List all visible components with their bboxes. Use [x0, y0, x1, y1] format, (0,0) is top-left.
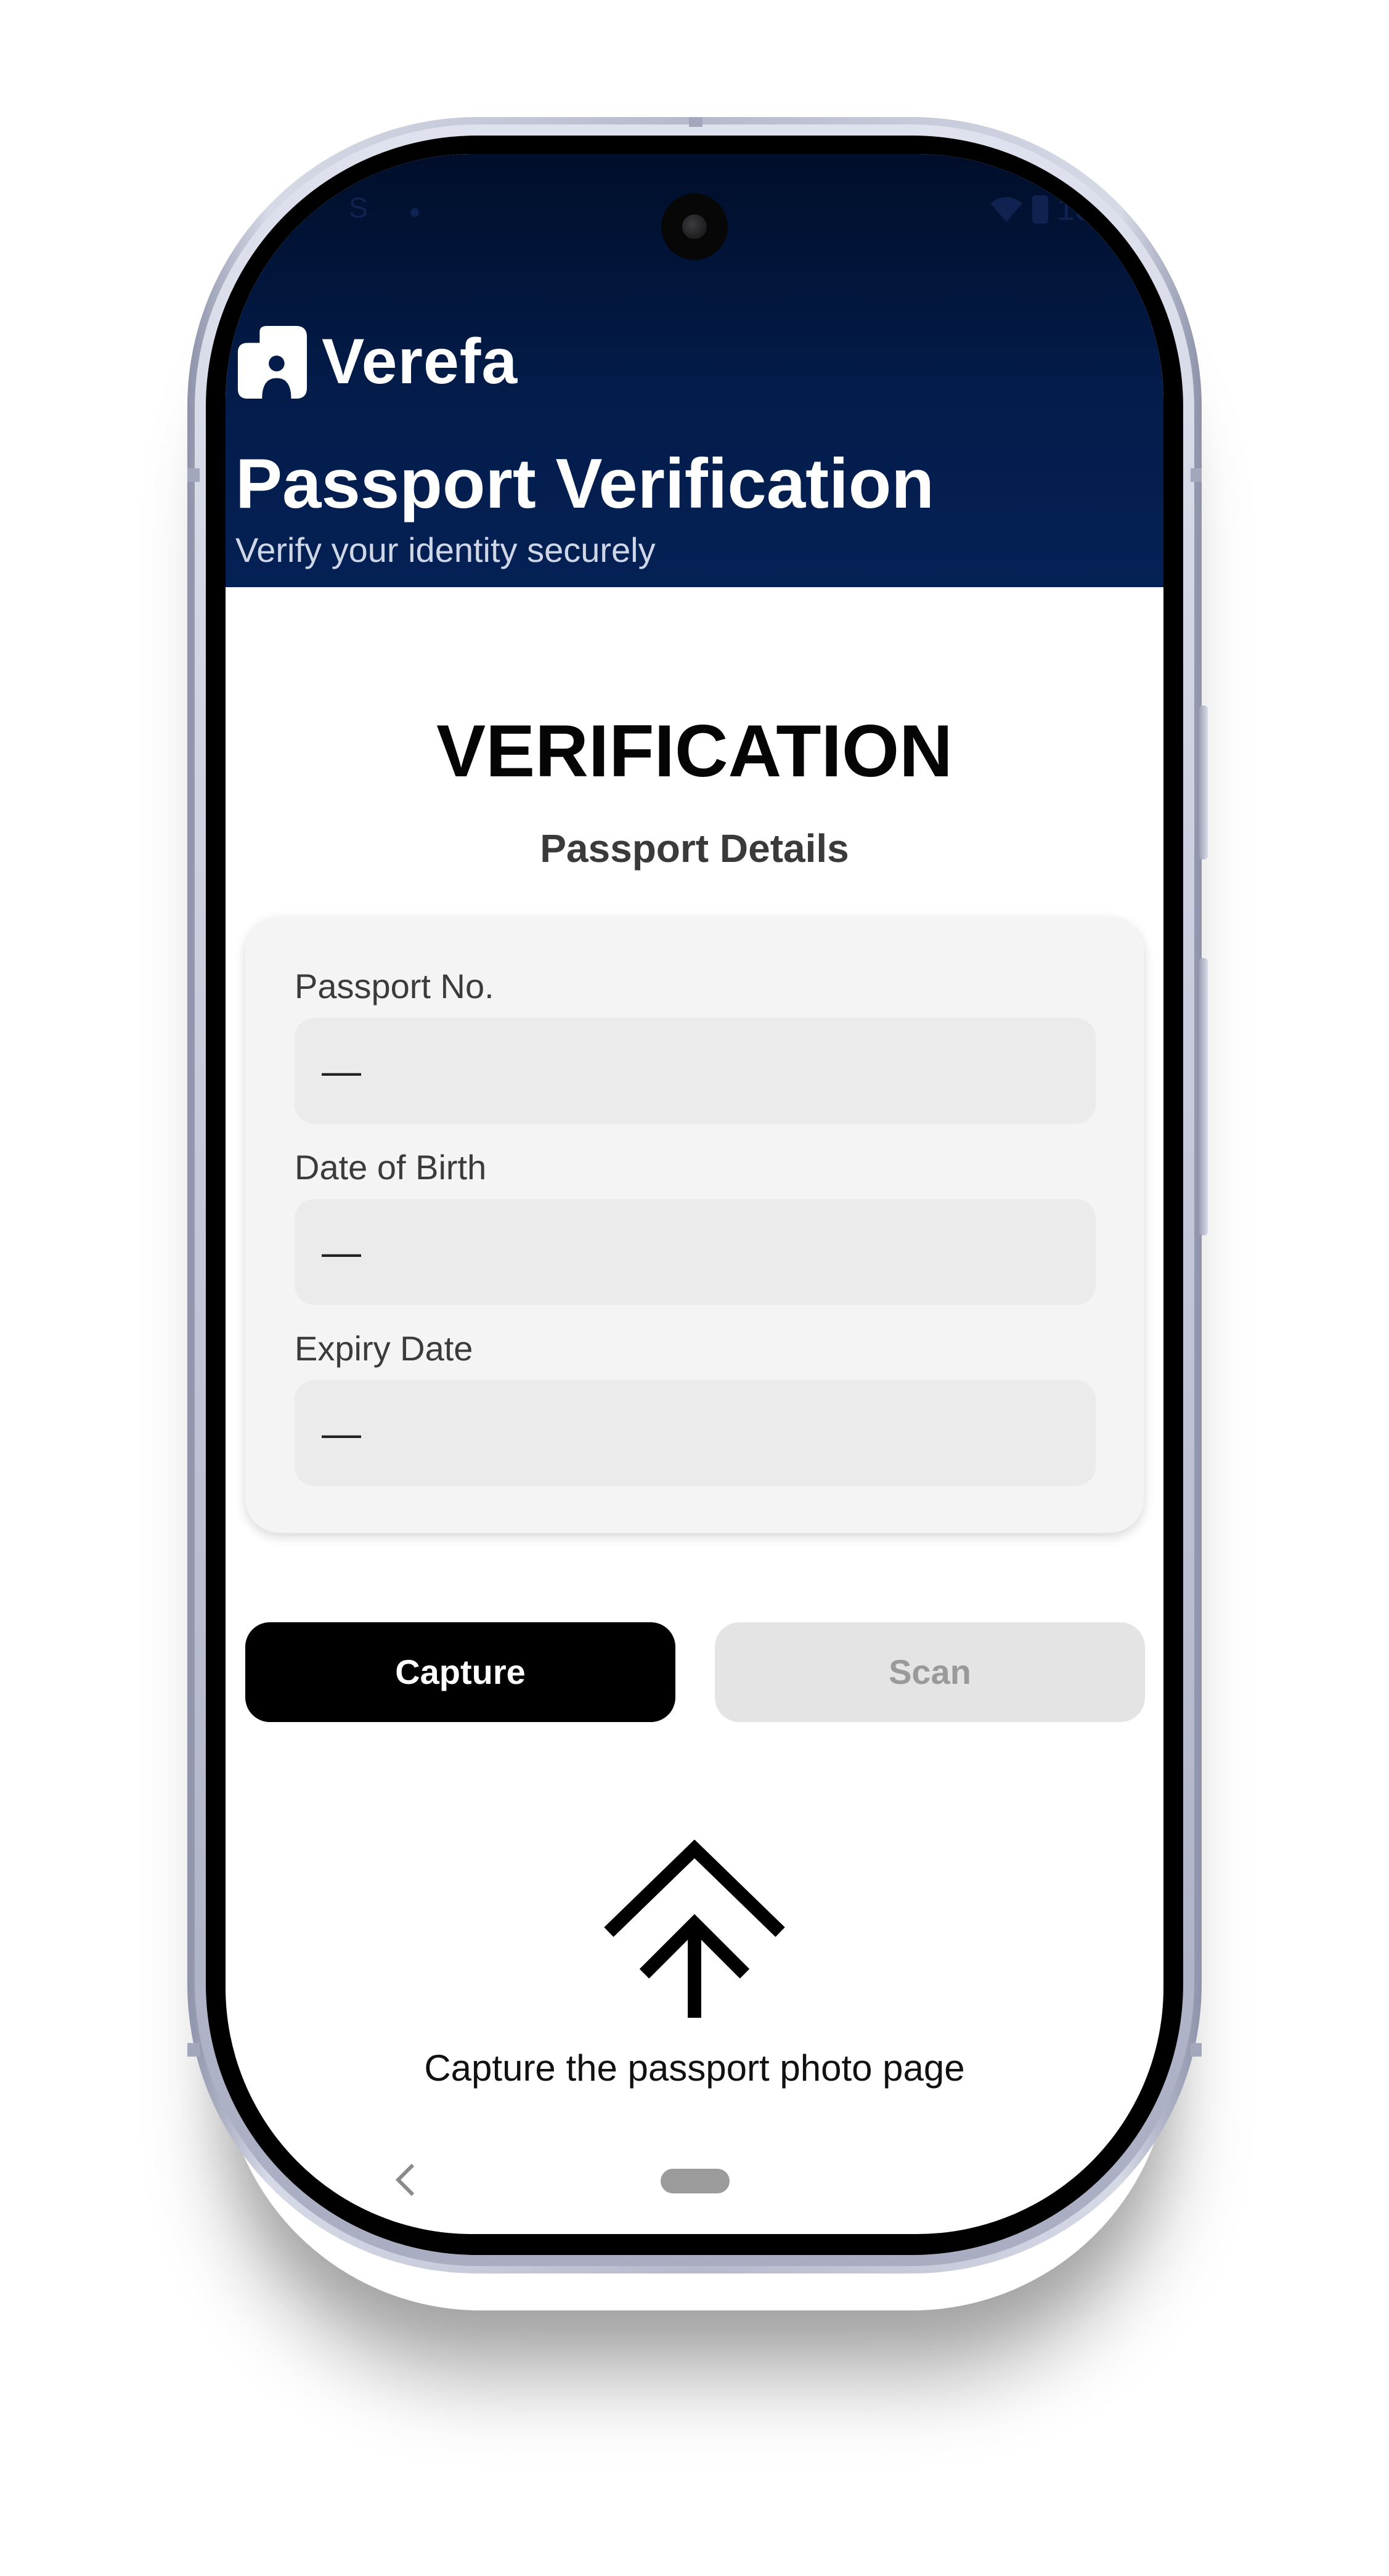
app-screen: 9:09 S 100% Verefa Passport Verification: [226, 154, 1163, 2234]
notification-icon: S: [349, 192, 368, 224]
expiry-date-field[interactable]: —: [295, 1380, 1096, 1486]
passport-number-field[interactable]: —: [295, 1018, 1096, 1124]
back-chevron-icon[interactable]: [393, 2161, 418, 2198]
battery-percent: 100%: [1057, 192, 1139, 227]
antenna-line-right-bottom: [1191, 2043, 1202, 2057]
notification-dot-icon: [410, 208, 419, 217]
antenna-line-right: [1191, 468, 1202, 482]
status-time: 9:09: [235, 192, 298, 227]
scan-button[interactable]: Scan: [715, 1622, 1145, 1722]
power-button: [1199, 958, 1208, 1235]
front-camera: [661, 193, 728, 260]
volume-button: [1199, 705, 1208, 859]
section-title: VERIFICATION: [436, 710, 953, 792]
battery-icon: [1032, 195, 1048, 224]
verefa-logo-icon: [237, 325, 308, 399]
home-pill[interactable]: [661, 2169, 730, 2193]
antenna-line-left: [187, 468, 200, 482]
app-header: 9:09 S 100% Verefa Passport Verification: [226, 154, 1163, 587]
page-title: Passport Verification: [235, 445, 935, 523]
date-of-birth-field[interactable]: —: [295, 1199, 1096, 1305]
status-indicators: 100%: [989, 191, 1139, 228]
section-subtitle: Passport Details: [540, 826, 849, 871]
date-of-birth-label: Date of Birth: [295, 1148, 487, 1187]
upload-arrow-icon[interactable]: [603, 1840, 786, 2018]
brand-name: Verefa: [322, 326, 518, 397]
antenna-line-left-bottom: [187, 2043, 200, 2057]
capture-button[interactable]: Capture: [245, 1622, 675, 1722]
passport-number-label: Passport No.: [295, 967, 494, 1006]
wifi-icon: [990, 197, 1022, 222]
passport-details-card: Passport No. — Date of Birth — Expiry Da…: [245, 917, 1144, 1533]
capture-hint: Capture the passport photo page: [424, 2047, 965, 2089]
expiry-date-label: Expiry Date: [295, 1329, 473, 1368]
antenna-line-top: [689, 117, 703, 127]
brand: Verefa: [235, 325, 518, 399]
page-subtitle: Verify your identity securely: [235, 530, 656, 569]
